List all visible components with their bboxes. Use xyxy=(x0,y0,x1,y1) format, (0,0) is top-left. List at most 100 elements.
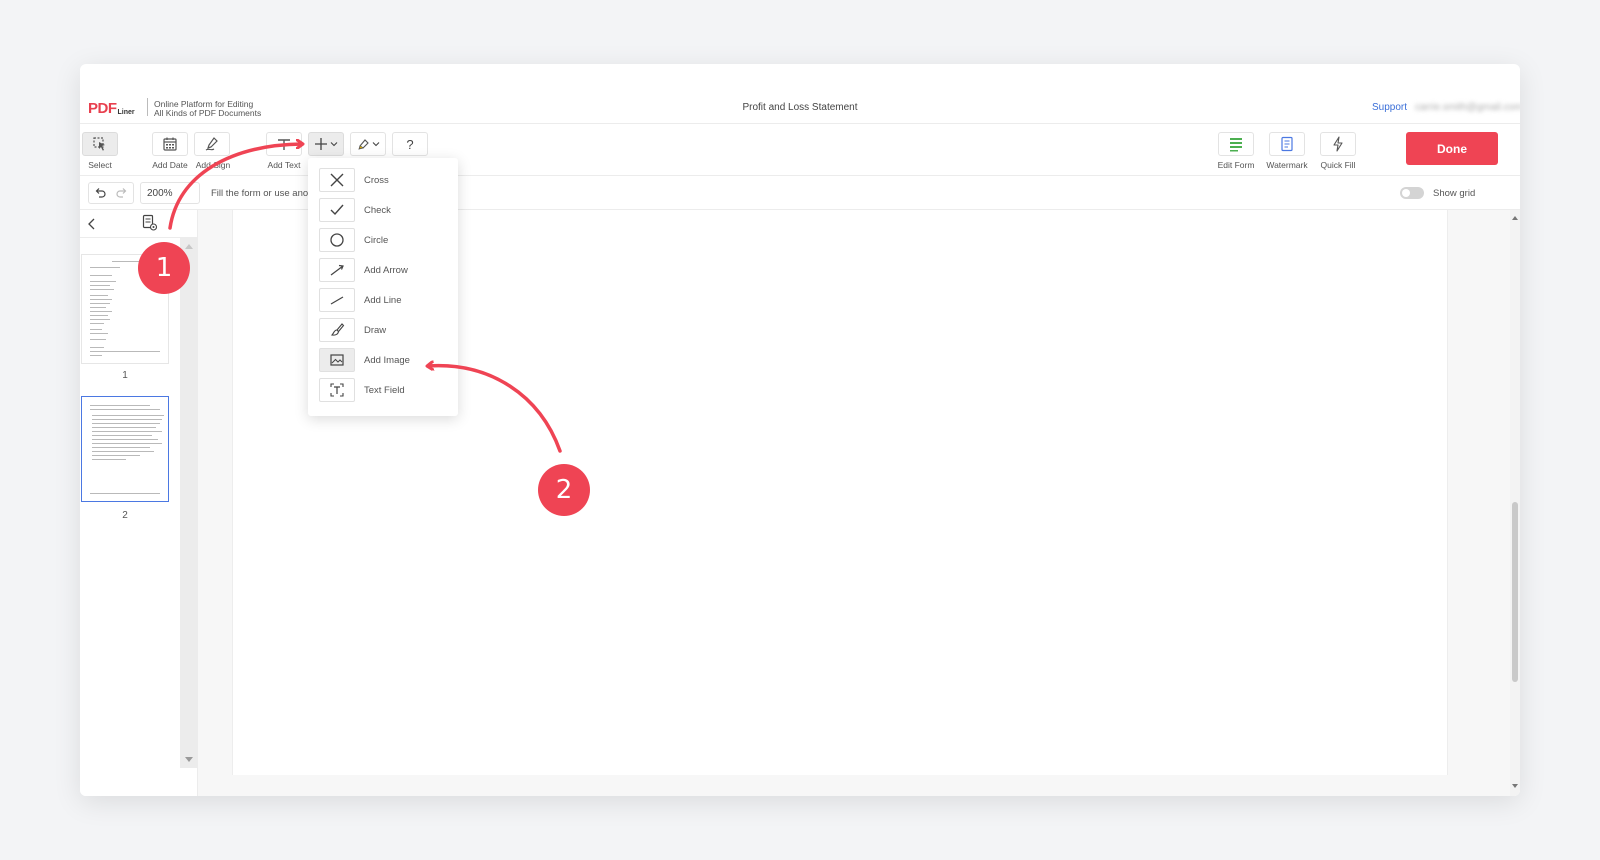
scroll-up-icon[interactable] xyxy=(185,244,193,249)
app-window: PDF Liner Online Platform for Editing Al… xyxy=(80,64,1520,796)
menu-item-label: Add Arrow xyxy=(364,264,408,276)
text-field-icon xyxy=(319,378,355,402)
main-scrollbar[interactable] xyxy=(1510,210,1520,796)
plus-icon xyxy=(315,138,327,150)
page-number-1: 1 xyxy=(122,370,128,381)
insert-menu-button[interactable] xyxy=(308,132,344,156)
sidebar-header xyxy=(80,210,197,238)
menu-item-label: Draw xyxy=(364,324,387,336)
step-badge-2: 2 xyxy=(538,464,590,516)
zoom-selector[interactable]: 200% xyxy=(140,182,200,204)
menu-item-label: Text Field xyxy=(364,384,405,396)
user-email[interactable]: carrie.smith@gmail.com xyxy=(1415,102,1520,113)
lightning-icon xyxy=(1333,136,1343,152)
support-link[interactable]: Support xyxy=(1372,102,1407,113)
menu-item-add-arrow[interactable]: Add Arrow xyxy=(319,257,449,283)
quick-fill-label: Quick Fill xyxy=(1320,160,1356,170)
thumbnail-text-line xyxy=(90,295,108,296)
edit-form-label: Edit Form xyxy=(1217,160,1255,170)
app-header: PDF Liner Online Platform for Editing Al… xyxy=(80,64,1520,124)
menu-item-cross[interactable]: Cross xyxy=(319,167,449,193)
thumbnail-text-line xyxy=(90,281,116,282)
thumbnail-text-line xyxy=(92,439,158,440)
page-settings-button[interactable] xyxy=(142,214,158,232)
add-sign-label: Add Sign xyxy=(195,160,231,170)
thumbnail-text-line xyxy=(90,339,106,340)
menu-item-label: Add Image xyxy=(364,354,410,366)
menu-item-add-line[interactable]: Add Line xyxy=(319,287,449,313)
highlight-color-button[interactable] xyxy=(350,132,386,156)
select-cursor-icon xyxy=(93,137,105,151)
watermark-document-icon xyxy=(1281,136,1293,152)
thumbnail-text-line xyxy=(90,333,108,334)
page-thumbnail-2[interactable] xyxy=(81,396,169,502)
thumbnail-text-line xyxy=(92,435,152,436)
show-grid-toggle[interactable] xyxy=(1400,187,1424,199)
form-lines-icon xyxy=(1230,138,1242,152)
insert-dropdown-menu: Cross Check Circle Add Arrow Add Line Dr… xyxy=(308,158,458,416)
step-badge-1: 1 xyxy=(138,242,190,294)
thumbnail-text-line xyxy=(90,409,160,410)
thumbnail-text-line xyxy=(90,347,104,348)
chevron-down-icon xyxy=(372,142,380,147)
collapse-sidebar-button[interactable] xyxy=(84,215,100,233)
menu-item-label: Circle xyxy=(364,234,389,246)
help-button[interactable]: ? xyxy=(392,132,428,156)
menu-item-add-image[interactable]: Add Image xyxy=(319,347,449,373)
menu-item-label: Check xyxy=(364,204,391,216)
thumbnail-text-line xyxy=(92,459,126,460)
thumbnail-text-line xyxy=(90,275,112,276)
menu-item-check[interactable]: Check xyxy=(319,197,449,223)
scroll-down-icon[interactable] xyxy=(185,757,193,762)
arrow-icon xyxy=(319,258,355,282)
menu-item-draw[interactable]: Draw xyxy=(319,317,449,343)
highlighter-icon xyxy=(358,139,369,150)
help-icon: ? xyxy=(406,136,414,152)
undo-redo-group xyxy=(88,182,134,204)
quick-fill-button[interactable] xyxy=(1320,132,1356,156)
thumbnail-text-line xyxy=(90,307,106,308)
select-tool-label: Select xyxy=(88,160,112,170)
redo-button[interactable] xyxy=(111,183,133,203)
thumbnail-text-line xyxy=(92,431,162,432)
watermark-label: Watermark xyxy=(1266,160,1308,170)
select-tool-button[interactable] xyxy=(82,132,118,156)
menu-item-label: Cross xyxy=(364,174,389,186)
undo-button[interactable] xyxy=(89,183,111,203)
thumbnail-text-line xyxy=(92,415,164,416)
menu-item-text-field[interactable]: Text Field xyxy=(319,377,449,403)
scroll-up-icon[interactable] xyxy=(1512,216,1518,220)
thumbnail-text-line xyxy=(90,267,120,268)
thumbnail-text-line xyxy=(90,355,102,356)
thumbnail-text-line xyxy=(90,351,160,352)
redo-icon xyxy=(116,188,127,198)
document-settings-icon xyxy=(142,214,158,231)
watermark-button[interactable] xyxy=(1269,132,1305,156)
thumbnail-text-line xyxy=(90,303,110,304)
brush-icon xyxy=(319,318,355,342)
document-title: Profit and Loss Statement xyxy=(742,102,858,113)
text-icon xyxy=(278,139,290,150)
done-button[interactable]: Done xyxy=(1406,132,1498,165)
scroll-down-icon[interactable] xyxy=(1512,784,1518,788)
thumbnail-text-line xyxy=(90,405,150,406)
edit-form-button[interactable] xyxy=(1218,132,1254,156)
thumbnail-text-line xyxy=(92,447,150,448)
menu-item-circle[interactable]: Circle xyxy=(319,227,449,253)
thumbnail-text-line xyxy=(92,419,162,420)
scrollbar-thumb[interactable] xyxy=(1512,502,1518,682)
thumbnail-text-line xyxy=(92,443,162,444)
chevron-left-icon xyxy=(88,218,95,230)
thumbnail-text-line xyxy=(90,319,110,320)
chevron-down-icon xyxy=(330,142,338,147)
thumbnail-text-line xyxy=(90,493,160,494)
add-sign-button[interactable] xyxy=(194,132,230,156)
thumbnail-text-line xyxy=(90,285,110,286)
pen-sign-icon xyxy=(205,137,218,151)
thumbnail-text-line xyxy=(90,311,112,312)
add-text-button[interactable] xyxy=(266,132,302,156)
thumbnail-text-line xyxy=(90,289,114,290)
add-date-button[interactable] xyxy=(152,132,188,156)
page-thumbnails-sidebar: 1 2 xyxy=(80,210,198,796)
sidebar-scrollbar[interactable] xyxy=(180,238,198,768)
